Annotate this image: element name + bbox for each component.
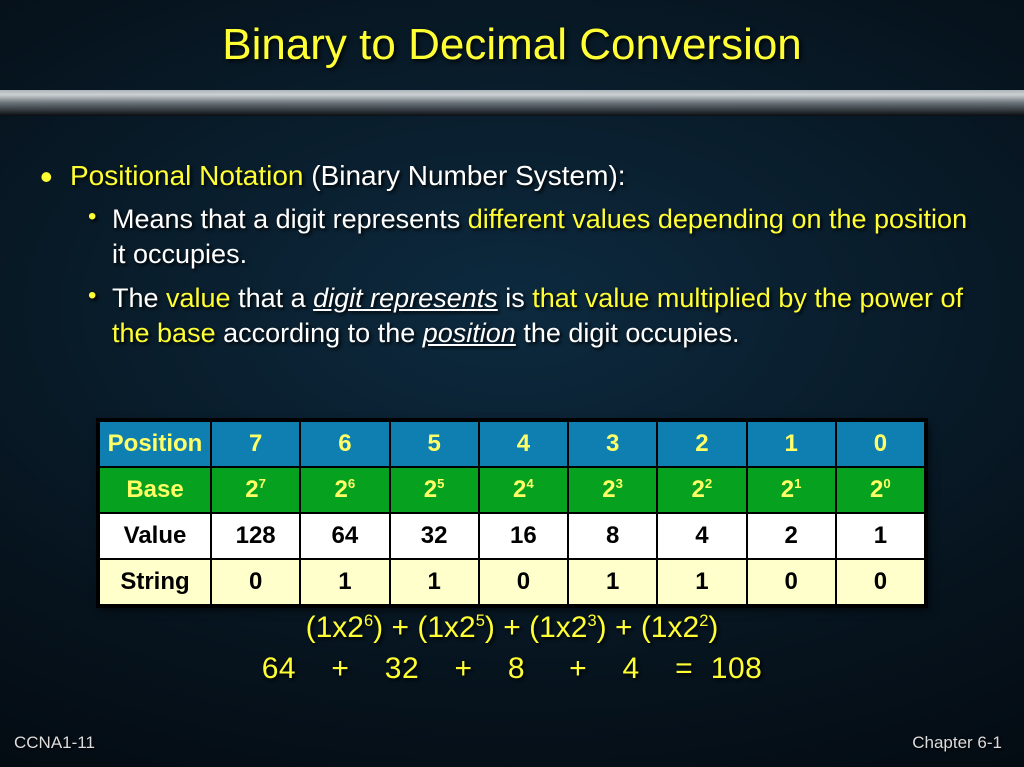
base-num: 2 [424, 476, 437, 503]
subbullet-1: Means that a digit represents different … [86, 202, 988, 271]
slide-title: Binary to Decimal Conversion [0, 20, 1024, 70]
cell: 20 [836, 467, 925, 513]
base-exp: 4 [526, 476, 533, 491]
text: The [112, 283, 166, 313]
lead-rest: (Binary Number System): [303, 160, 625, 191]
cell: 2 [657, 421, 746, 467]
base-exp: 5 [437, 476, 444, 491]
cell: 24 [479, 467, 568, 513]
cell: 8 [568, 513, 657, 559]
base-num: 2 [692, 476, 705, 503]
cell: 25 [390, 467, 479, 513]
base-exp: 3 [616, 476, 623, 491]
cell: 0 [479, 559, 568, 605]
header-string: String [99, 559, 211, 605]
base-exp: 6 [348, 476, 355, 491]
text-highlight: value [166, 283, 231, 313]
cell: 0 [836, 421, 925, 467]
cell: 0 [836, 559, 925, 605]
table-row-value: Value 128 64 32 16 8 4 2 1 [99, 513, 925, 559]
text: is [498, 283, 533, 313]
calculation: (1x26) + (1x25) + (1x23) + (1x22) 64 + 3… [0, 608, 1024, 689]
base-num: 2 [870, 476, 883, 503]
cell: 0 [747, 559, 836, 605]
cell: 4 [479, 421, 568, 467]
slide-body: Positional Notation (Binary Number Syste… [36, 160, 988, 360]
cell: 5 [390, 421, 479, 467]
base-num: 2 [335, 476, 348, 503]
cell: 1 [836, 513, 925, 559]
base-exp: 1 [794, 476, 801, 491]
cell: 3 [568, 421, 657, 467]
t: ) + (1x2 [597, 611, 700, 644]
text: the digit occupies. [516, 318, 740, 348]
text: it occupies. [112, 239, 247, 269]
cell: 6 [300, 421, 389, 467]
base-num: 2 [781, 476, 794, 503]
cell: 22 [657, 467, 746, 513]
exp: 6 [364, 612, 373, 630]
text: that a [231, 283, 314, 313]
calc-line-1: (1x26) + (1x25) + (1x23) + (1x22) [0, 608, 1024, 649]
cell: 7 [211, 421, 300, 467]
table-row-position: Position 7 6 5 4 3 2 1 0 [99, 421, 925, 467]
table-row-base: Base 27 26 25 24 23 22 21 20 [99, 467, 925, 513]
base-exp: 7 [259, 476, 266, 491]
text-underline: digit represents [313, 283, 498, 313]
cell: 1 [390, 559, 479, 605]
subbullet-2: The value that a digit represents is tha… [86, 281, 988, 350]
cell: 4 [657, 513, 746, 559]
t: ) [708, 611, 718, 644]
header-value: Value [99, 513, 211, 559]
exp: 3 [587, 612, 596, 630]
base-exp: 2 [705, 476, 712, 491]
base-num: 2 [602, 476, 615, 503]
text-highlight: different values depending on the positi… [468, 204, 967, 234]
cell: 64 [300, 513, 389, 559]
t: ) + (1x2 [373, 611, 476, 644]
cell: 23 [568, 467, 657, 513]
exp: 2 [699, 612, 708, 630]
base-num: 2 [513, 476, 526, 503]
cell: 32 [390, 513, 479, 559]
calc-line-2: 64 + 32 + 8 + 4 = 108 [0, 649, 1024, 690]
footer-left: CCNA1-11 [14, 733, 95, 753]
cell: 16 [479, 513, 568, 559]
cell: 2 [747, 513, 836, 559]
footer-right: Chapter 6-1 [912, 733, 1002, 753]
cell: 27 [211, 467, 300, 513]
lead-highlight: Positional Notation [70, 160, 303, 191]
cell: 0 [211, 559, 300, 605]
cell: 128 [211, 513, 300, 559]
exp: 5 [476, 612, 485, 630]
t: (1x2 [306, 611, 364, 644]
base-num: 2 [245, 476, 258, 503]
cell: 1 [747, 421, 836, 467]
title-divider [0, 90, 1024, 116]
cell: 1 [657, 559, 746, 605]
header-position: Position [99, 421, 211, 467]
positional-table: Position 7 6 5 4 3 2 1 0 Base 27 26 25 2… [98, 420, 926, 606]
header-base: Base [99, 467, 211, 513]
cell: 26 [300, 467, 389, 513]
cell: 1 [300, 559, 389, 605]
text: Means that a digit represents [112, 204, 468, 234]
cell: 21 [747, 467, 836, 513]
bullet-main: Positional Notation (Binary Number Syste… [36, 160, 988, 350]
cell: 1 [568, 559, 657, 605]
t: ) + (1x2 [485, 611, 588, 644]
table-row-string: String 0 1 1 0 1 1 0 0 [99, 559, 925, 605]
text-underline: position [423, 318, 516, 348]
base-exp: 0 [883, 476, 890, 491]
slide: Binary to Decimal Conversion Positional … [0, 0, 1024, 767]
text: according to the [216, 318, 423, 348]
